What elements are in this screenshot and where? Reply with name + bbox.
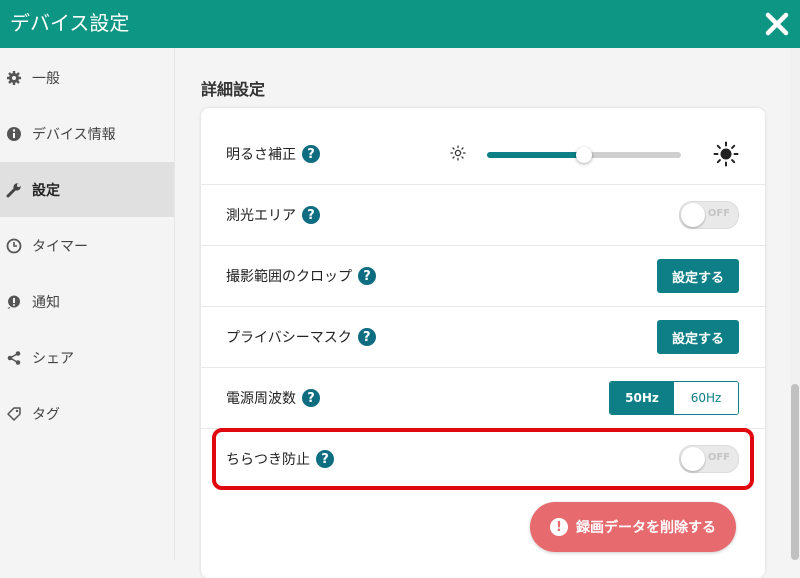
sun-large-icon xyxy=(713,141,739,167)
sidebar-item-general[interactable]: 一般 xyxy=(0,50,174,105)
delete-recording-label: 録画データを削除する xyxy=(576,520,716,536)
frequency-label: 電源周波数 xyxy=(226,391,296,407)
metering-row: 測光エリア ? OFF xyxy=(201,185,765,246)
brightness-label: 明るさ補正 xyxy=(226,147,296,163)
sidebar-item-tag[interactable]: タグ xyxy=(0,386,174,441)
help-icon[interactable]: ? xyxy=(302,206,320,224)
brightness-slider[interactable] xyxy=(449,139,739,169)
sidebar-item-label: 設定 xyxy=(32,182,60,199)
help-icon[interactable]: ? xyxy=(357,328,376,346)
info-icon xyxy=(4,124,24,144)
notification-icon xyxy=(4,292,24,312)
tag-icon xyxy=(4,404,24,424)
help-icon[interactable]: ? xyxy=(302,145,320,163)
sidebar-item-label: タイマー xyxy=(32,238,88,255)
slider-fill xyxy=(487,152,584,158)
sun-small-icon xyxy=(450,145,466,161)
crop-settings-button[interactable]: 設定する xyxy=(657,259,739,293)
toggle-state: OFF xyxy=(707,452,730,463)
share-icon xyxy=(4,348,24,368)
crop-label: 撮影範囲のクロップ xyxy=(226,269,352,285)
sidebar-item-notification[interactable]: 通知 xyxy=(0,274,174,329)
alert-icon: ! xyxy=(550,518,568,536)
crop-row: 撮影範囲のクロップ ? 設定する xyxy=(201,246,765,307)
sidebar-item-timer[interactable]: タイマー xyxy=(0,218,174,273)
help-icon[interactable]: ? xyxy=(302,389,320,407)
sidebar-item-label: 一般 xyxy=(32,70,60,87)
sidebar-item-settings[interactable]: 設定 xyxy=(0,162,174,217)
flicker-row: ちらつき防止 ? OFF xyxy=(201,429,765,489)
toggle-knob xyxy=(681,203,705,227)
frequency-60hz-option[interactable]: 60Hz xyxy=(674,382,738,414)
help-icon[interactable]: ? xyxy=(316,450,334,468)
scrollbar[interactable] xyxy=(790,48,800,560)
brightness-row: 明るさ補正 ? xyxy=(201,124,765,185)
sidebar-item-label: 通知 xyxy=(32,294,60,311)
section-title: 詳細設定 xyxy=(201,80,266,99)
sidebar-item-label: シェア xyxy=(32,350,74,367)
frequency-50hz-option[interactable]: 50Hz xyxy=(610,382,674,414)
sidebar: 一般 デバイス情報 設定 タイマー 通知 シェア タグ xyxy=(0,48,175,560)
main-content: 詳細設定 明るさ補正 ? 測光エリア ? OFF 撮影範囲のクロップ ? 設定す… xyxy=(175,48,790,578)
metering-toggle[interactable]: OFF xyxy=(679,201,739,229)
slider-track[interactable] xyxy=(487,147,681,163)
privacy-mask-label: プライバシーマスク xyxy=(226,330,352,346)
scrollbar-thumb[interactable] xyxy=(791,384,799,560)
metering-label: 測光エリア xyxy=(226,208,296,224)
slider-handle[interactable] xyxy=(576,147,592,163)
flicker-toggle[interactable]: OFF xyxy=(679,445,739,473)
close-button[interactable] xyxy=(762,9,792,39)
sidebar-item-label: デバイス情報 xyxy=(32,126,116,143)
frequency-segmented-control: 50Hz 60Hz xyxy=(609,381,739,415)
app-header: デバイス設定 xyxy=(0,0,800,48)
sidebar-item-label: タグ xyxy=(32,406,60,423)
sidebar-item-share[interactable]: シェア xyxy=(0,330,174,385)
toggle-state: OFF xyxy=(707,208,730,219)
close-icon xyxy=(765,12,789,36)
wrench-icon xyxy=(4,180,24,200)
sidebar-item-device-info[interactable]: デバイス情報 xyxy=(0,106,174,161)
clock-icon xyxy=(4,236,24,256)
privacy-mask-settings-button[interactable]: 設定する xyxy=(657,320,739,354)
privacy-mask-row: プライバシーマスク ? 設定する xyxy=(201,307,765,368)
flicker-label: ちらつき防止 xyxy=(226,452,310,468)
toggle-knob xyxy=(681,447,705,471)
delete-recording-button[interactable]: ! 録画データを削除する xyxy=(530,502,736,552)
frequency-row: 電源周波数 ? 50Hz 60Hz xyxy=(201,368,765,429)
page-title: デバイス設定 xyxy=(10,11,130,35)
gear-icon xyxy=(4,68,24,88)
help-icon[interactable]: ? xyxy=(358,267,376,285)
